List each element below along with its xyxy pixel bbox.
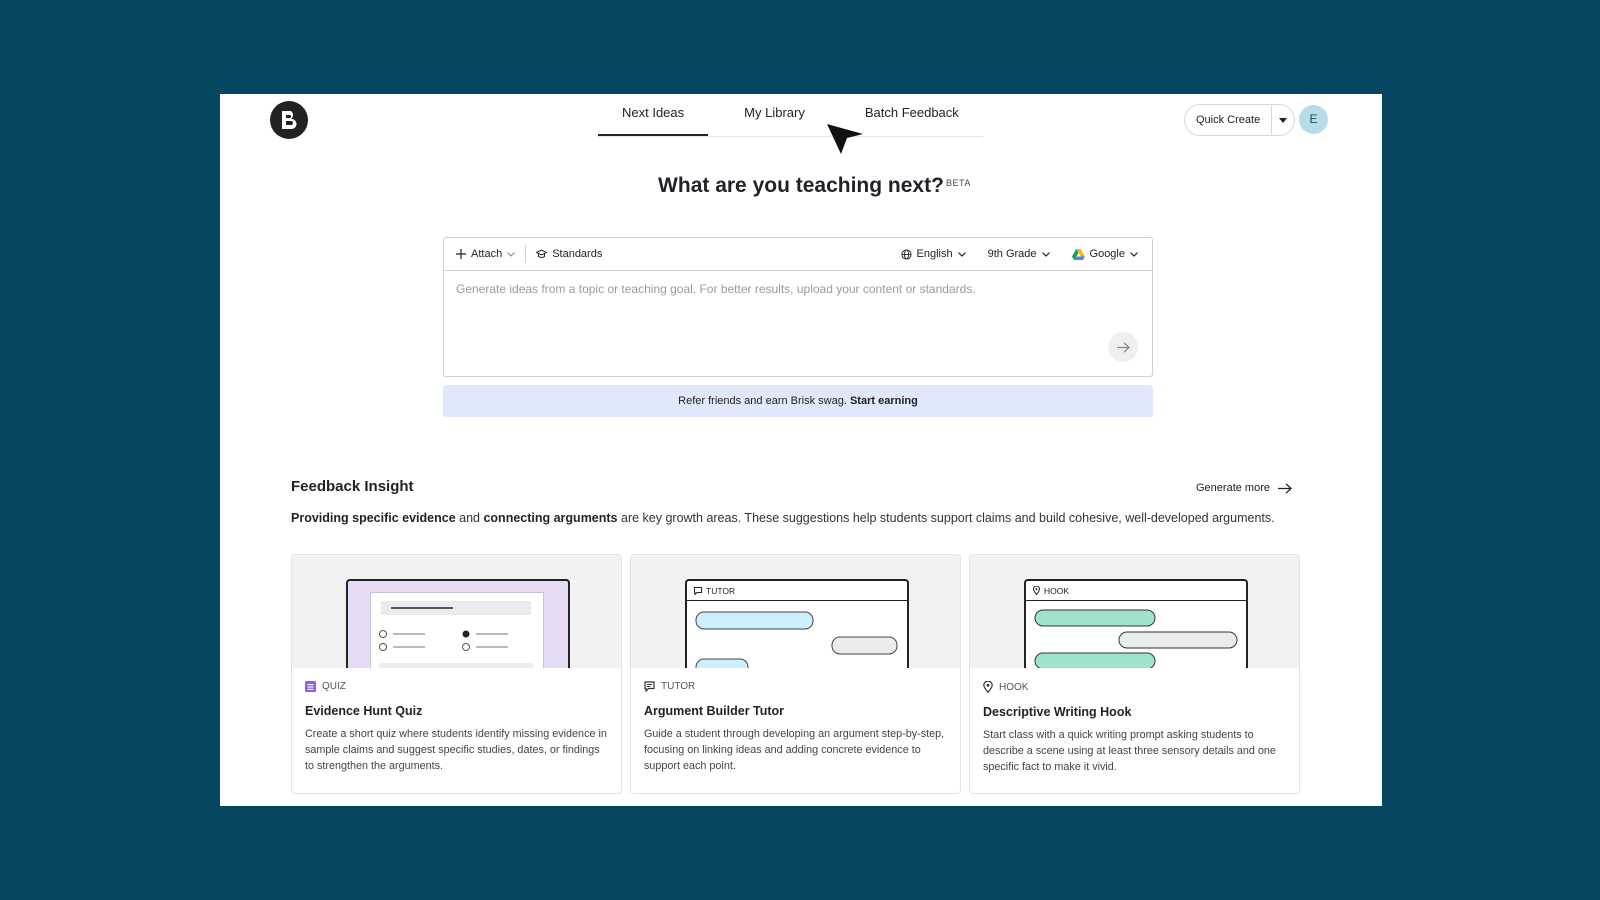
card-tag-label: HOOK	[999, 681, 1029, 693]
quiz-sheet	[370, 592, 544, 668]
card-body: TUTOR Argument Builder Tutor Guide a stu…	[631, 668, 960, 787]
tutor-preview-illustration: TUTOR	[685, 579, 909, 668]
card-preview: TUTOR	[631, 555, 960, 668]
card-title: Evidence Hunt Quiz	[305, 704, 423, 718]
generate-more-label: Generate more	[1196, 482, 1270, 494]
referral-banner: Refer friends and earn Brisk swag. Start…	[443, 385, 1153, 417]
provider-select[interactable]: Google	[1071, 248, 1138, 260]
chevron-down-icon	[957, 251, 966, 257]
card-preview: HOOK	[970, 555, 1299, 668]
main-nav: Next Ideas My Library Batch Feedback	[598, 94, 983, 137]
card-preview	[292, 555, 621, 668]
quick-create-button[interactable]: Quick Create	[1185, 105, 1271, 135]
standards-button[interactable]: Standards	[536, 248, 602, 260]
card-tag: TUTOR	[644, 681, 947, 692]
card-title: Descriptive Writing Hook	[983, 705, 1132, 719]
graduation-cap-icon	[536, 249, 548, 258]
card-tag-label: TUTOR	[661, 681, 696, 692]
prompt-toolbar: Attach Standards English 9th Grade Googl…	[444, 238, 1152, 271]
attach-button[interactable]: Attach	[456, 248, 516, 260]
tab-my-library[interactable]: My Library	[708, 94, 841, 136]
insight-bold-1: Providing specific evidence	[291, 511, 456, 525]
beta-badge: BETA	[946, 178, 971, 188]
plus-icon	[456, 249, 466, 259]
user-avatar[interactable]: E	[1299, 105, 1328, 134]
quiz-options-illustration	[379, 630, 533, 668]
chevron-down-icon	[507, 251, 516, 257]
feedback-insight-title: Feedback Insight	[291, 478, 414, 495]
suggestion-card-quiz[interactable]: QUIZ Evidence Hunt Quiz Create a short q…	[291, 554, 622, 794]
location-pin-icon	[983, 681, 993, 693]
suggestion-card-tutor[interactable]: TUTOR TUTOR Argument Builder Tutor Guide…	[630, 554, 961, 794]
tab-next-ideas[interactable]: Next Ideas	[598, 94, 709, 136]
chevron-down-icon	[1130, 251, 1138, 257]
insight-joiner: and	[455, 511, 484, 525]
hook-preview-label: HOOK	[1044, 585, 1070, 596]
tutor-preview-header: TUTOR	[687, 581, 907, 601]
quick-create-dropdown-button[interactable]	[1271, 105, 1294, 135]
card-description: Guide a student through developing an ar…	[644, 728, 945, 772]
mouse-pointer-icon	[827, 124, 863, 154]
arrow-right-icon	[1277, 482, 1292, 494]
card-description: Create a short quiz where students ident…	[305, 728, 607, 772]
brisk-logo-icon	[282, 111, 297, 129]
start-earning-link[interactable]: Start earning	[850, 395, 918, 407]
grade-select[interactable]: 9th Grade	[988, 248, 1050, 260]
card-description: Start class with a quick writing prompt …	[983, 729, 1276, 773]
card-tag: QUIZ	[305, 681, 608, 692]
referral-text: Refer friends and earn Brisk swag.	[678, 395, 847, 407]
send-button[interactable]	[1108, 332, 1138, 362]
prompt-settings: English 9th Grade Google	[900, 238, 1138, 270]
arrow-right-icon	[1116, 341, 1130, 353]
chat-bubble-icon	[644, 681, 655, 692]
hook-preview-header: HOOK	[1026, 581, 1246, 601]
card-body: QUIZ Evidence Hunt Quiz Create a short q…	[292, 668, 621, 787]
card-title: Argument Builder Tutor	[644, 704, 785, 718]
brisk-logo[interactable]	[270, 101, 308, 139]
language-select[interactable]: English	[900, 248, 966, 260]
caret-down-icon	[1279, 117, 1288, 123]
hook-preview-illustration: HOOK	[1024, 579, 1248, 668]
prompt-box: Attach Standards English 9th Grade Googl…	[443, 237, 1153, 377]
google-drive-icon	[1071, 248, 1085, 260]
quiz-header-bar	[381, 601, 531, 615]
chat-bubble-icon	[694, 586, 702, 595]
attach-label: Attach	[471, 248, 503, 260]
tutor-preview-label: TUTOR	[706, 585, 736, 596]
generate-more-button[interactable]: Generate more	[1196, 482, 1292, 494]
quiz-icon	[305, 681, 316, 692]
suggestion-card-hook[interactable]: HOOK HOOK Descriptive Writing Hook Start…	[969, 554, 1300, 794]
toolbar-divider	[525, 245, 527, 263]
quick-create-split-button: Quick Create	[1184, 104, 1296, 136]
location-pin-icon	[1033, 586, 1040, 595]
prompt-input[interactable]	[456, 282, 1096, 342]
globe-icon	[900, 248, 912, 260]
card-tag-label: QUIZ	[322, 681, 346, 692]
hook-chat-bubbles	[1034, 609, 1238, 668]
insight-bold-2: connecting arguments	[483, 511, 618, 525]
card-body: HOOK Descriptive Writing Hook Start clas…	[970, 668, 1299, 788]
suggestion-cards: QUIZ Evidence Hunt Quiz Create a short q…	[291, 554, 1300, 794]
card-tag: HOOK	[983, 681, 1286, 693]
page-title: What are you teaching next?	[658, 174, 944, 197]
chevron-down-icon	[1041, 251, 1050, 257]
standards-label: Standards	[552, 248, 603, 260]
provider-value: Google	[1089, 248, 1125, 260]
app-window: Next Ideas My Library Batch Feedback Qui…	[220, 94, 1382, 806]
tutor-chat-bubbles	[695, 611, 898, 668]
insight-rest: are key growth areas. These suggestions …	[617, 511, 1275, 525]
language-value: English	[916, 248, 953, 260]
grade-value: 9th Grade	[987, 248, 1037, 260]
quiz-preview-illustration	[346, 579, 570, 668]
feedback-insight-summary: Providing specific evidence and connecti…	[291, 511, 1275, 525]
